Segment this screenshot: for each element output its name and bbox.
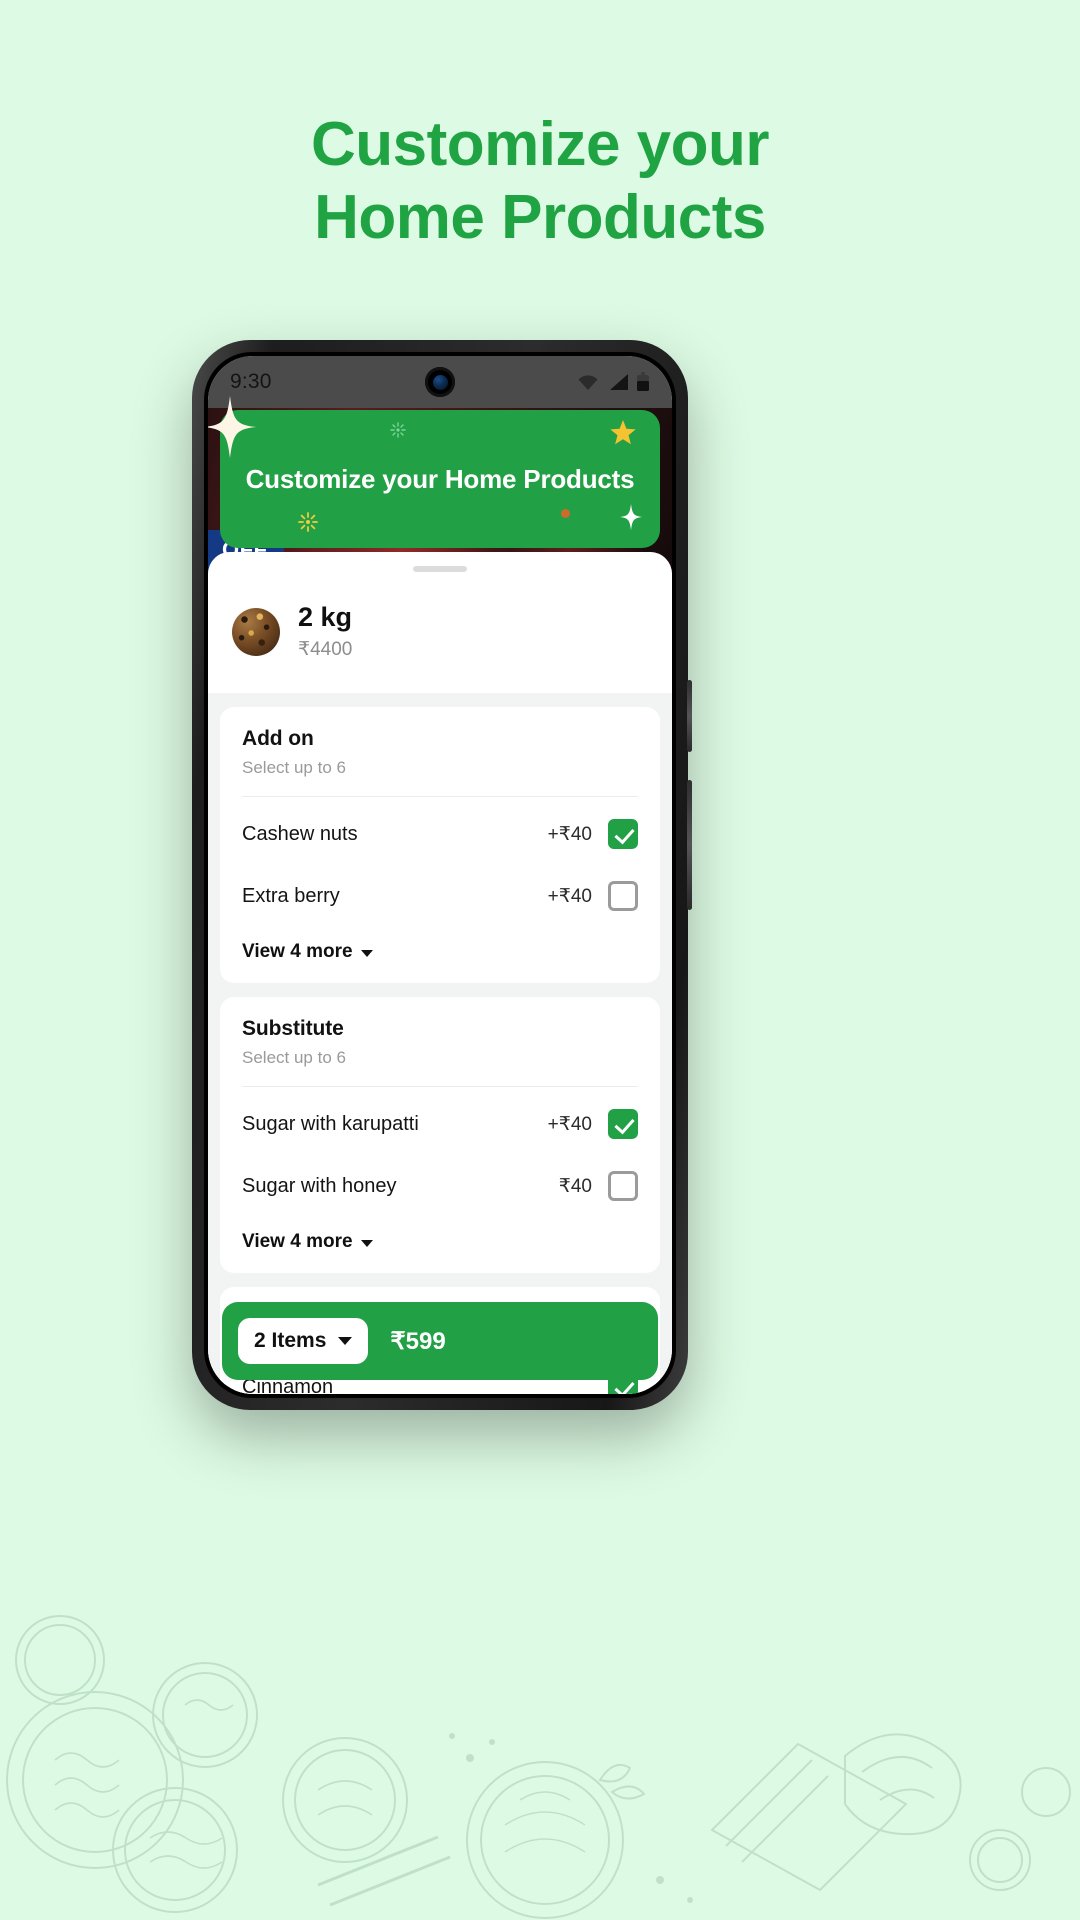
chevron-down-icon [360,1239,373,1247]
battery-icon [637,372,649,391]
option-row[interactable]: Sugar with honey ₹40 [242,1155,638,1217]
phone-screen: 9:30 OFF Customize your Home Products 2 … [208,356,672,1394]
promo-banner-title: Customize your Home Products [245,463,635,494]
promo-heading: Customize your Home Products [0,108,1080,254]
status-bar-time: 9:30 [230,370,272,393]
phone-mockup: 9:30 OFF Customize your Home Products 2 … [192,340,692,1410]
divider [242,796,638,798]
front-camera-icon [425,367,455,397]
selected-product-row: 2 kg ₹4400 [208,602,672,671]
items-count-label: 2 Items [254,1329,327,1352]
promo-banner: Customize your Home Products [208,396,660,548]
product-price: ₹4400 [298,639,353,661]
chevron-down-icon [338,1337,353,1345]
phone-side-button-bottom[interactable] [687,780,692,910]
product-thumbnail [232,607,280,656]
option-label: Sugar with karupatti [242,1112,419,1135]
option-checkbox-checked[interactable] [608,819,638,850]
sparkle-star-small-icon [620,504,642,530]
cart-total: ₹599 [390,1327,446,1355]
background-doodles [6,1615,1071,1919]
promo-heading-line-1: Customize your [310,110,770,179]
sparkle-dot-orange-icon [561,509,570,518]
option-checkbox-unchecked[interactable] [608,881,638,912]
option-row[interactable]: Extra berry +₹40 [242,865,638,927]
option-label: Extra berry [242,884,340,907]
status-bar: 9:30 [208,356,672,408]
sparkle-star-yellow-icon [610,420,636,445]
option-card-title: Substitute [242,1017,344,1041]
view-more-button[interactable]: View 4 more [242,1217,638,1261]
phone-bezel: 9:30 OFF Customize your Home Products 2 … [204,352,676,1398]
cart-bar: 2 Items ₹599 [222,1302,658,1380]
sparkle-burst-green-icon [390,422,406,438]
option-row[interactable]: Sugar with karupatti +₹40 [242,1093,638,1155]
view-more-label: View 4 more [242,1231,353,1253]
option-card-subtitle: Select up to 6 [242,758,346,778]
sheet-drag-handle[interactable] [413,566,467,572]
option-row[interactable]: Cashew nuts +₹40 [242,803,638,865]
option-label: Cashew nuts [242,822,358,845]
view-more-label: View 4 more [242,941,353,963]
chevron-down-icon [360,949,373,957]
option-price: +₹40 [547,885,592,907]
wifi-icon [578,375,598,390]
divider [242,1086,638,1088]
option-label: Sugar with honey [242,1174,397,1197]
product-name: 2 kg [298,602,353,632]
customization-sheet: 2 kg ₹4400 Add on Select up to 6 Cashew … [208,552,672,1394]
option-card-subtitle: Select up to 6 [242,1048,346,1068]
sparkle-burst-yellow-icon [298,512,318,532]
option-card-substitute: Substitute Select up to 6 Sugar with kar… [220,997,660,1274]
view-more-button[interactable]: View 4 more [242,927,638,971]
option-price: +₹40 [547,823,592,845]
signal-icon [610,374,628,390]
items-count-dropdown[interactable]: 2 Items [238,1318,369,1364]
option-checkbox-checked[interactable] [608,1109,638,1140]
promo-heading-line-2: Home Products [314,183,766,253]
option-card-title: Add on [242,727,314,751]
product-info: 2 kg ₹4400 [298,602,352,661]
option-checkbox-unchecked[interactable] [608,1171,638,1202]
option-card-add-on: Add on Select up to 6 Cashew nuts +₹40 E… [220,707,660,984]
status-bar-icons [576,372,650,392]
sheet-header: 2 kg ₹4400 [208,552,672,694]
option-price: +₹40 [547,1113,592,1135]
phone-side-button-top[interactable] [687,680,692,752]
option-price: ₹40 [558,1175,592,1197]
